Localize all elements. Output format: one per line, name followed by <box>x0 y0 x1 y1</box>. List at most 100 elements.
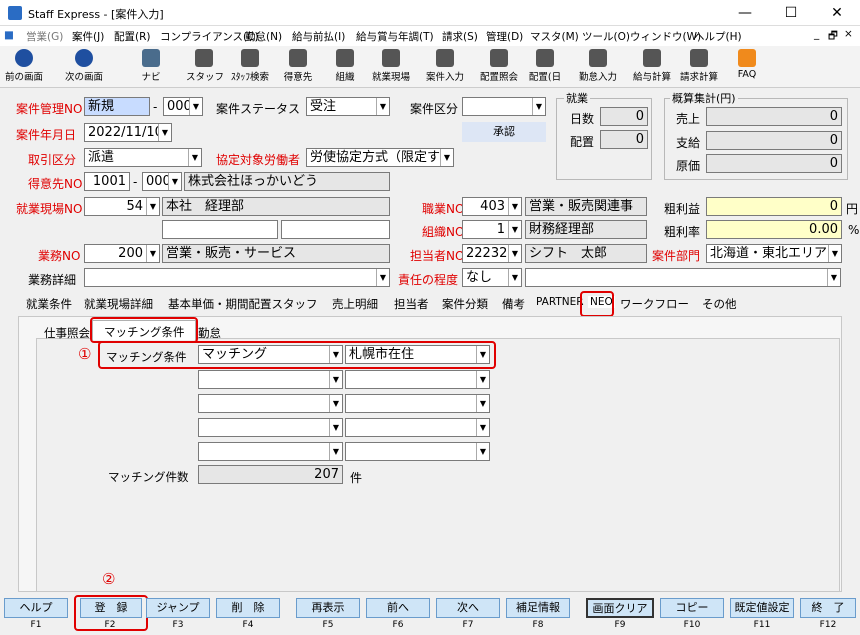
placement-day-button[interactable]: 配置(日 <box>526 48 564 86</box>
payroll-calc-button[interactable]: 給与計算 <box>632 48 672 86</box>
menu-item-placement[interactable]: 配置(R) <box>114 29 151 44</box>
tab-other[interactable]: その他 <box>702 296 737 312</box>
maximize-button[interactable]: ☐ <box>768 0 814 26</box>
f8-key-label: F8 <box>532 620 544 630</box>
menu-item-master[interactable]: マスタ(M) <box>530 29 579 44</box>
f8-supplement-button[interactable]: 補足情報 <box>506 598 570 618</box>
billing-icon <box>690 49 708 67</box>
f11-default-button[interactable]: 既定値設定 <box>730 598 794 618</box>
client-no-field[interactable]: 1001 <box>84 172 130 191</box>
org-no-field[interactable]: 1 ▼ <box>462 220 522 239</box>
matching-value-select-2[interactable]: ▼ <box>345 370 490 389</box>
placement-inquiry-button[interactable]: 配置照会 <box>478 48 520 86</box>
category-select[interactable]: ▼ <box>462 97 546 116</box>
subtab-attendance[interactable]: 勤怠 <box>198 325 221 341</box>
f7-next-button[interactable]: 次へ <box>436 598 500 618</box>
menu-item-advance[interactable]: 給与前払(I) <box>292 29 345 44</box>
mgmt-no-field[interactable]: 新規 <box>84 97 150 116</box>
child-close-button[interactable]: × <box>844 28 853 40</box>
trade-select[interactable]: 派遣 ▼ <box>84 148 202 167</box>
faq-icon <box>738 49 756 67</box>
attendance-entry-button[interactable]: 勤怠入力 <box>576 48 620 86</box>
menu-item-window[interactable]: ウィンドウ(W) <box>630 29 701 44</box>
matching-value-select-4[interactable]: ▼ <box>345 418 490 437</box>
tab-site-details[interactable]: 就業現場詳細 <box>84 296 153 312</box>
navi-button[interactable]: ナビ <box>134 48 168 86</box>
f9-clear-button[interactable]: 画面クリア <box>586 598 654 618</box>
client-button[interactable]: 得意先 <box>280 48 316 86</box>
billing-calc-button[interactable]: 請求計算 <box>678 48 720 86</box>
site-button[interactable]: 就業現場 <box>370 48 412 86</box>
responsibility-extra-select[interactable]: ▼ <box>525 268 841 287</box>
staff-search-button[interactable]: ｽﾀｯﾌ検索 <box>228 48 272 86</box>
chevron-down-icon: ▼ <box>376 269 389 286</box>
status-select[interactable]: 受注 ▼ <box>306 97 390 116</box>
child-minimize-button[interactable]: _ <box>814 28 819 40</box>
mgmt-sub-select[interactable]: 000 ▼ <box>163 97 203 116</box>
menu-item-billing[interactable]: 請求(S) <box>442 29 478 44</box>
minimize-button[interactable]: — <box>722 0 768 26</box>
dept-select[interactable]: 北海道・東北エリア ▼ <box>706 244 842 263</box>
forward-button[interactable]: 次の画面 <box>60 48 108 86</box>
back-button[interactable]: 前の画面 <box>2 48 46 86</box>
menu-item-tools[interactable]: ツール(O) <box>582 29 630 44</box>
f1-help-button[interactable]: ヘルプ <box>4 598 68 618</box>
tab-employment-conditions[interactable]: 就業条件 <box>26 296 72 312</box>
job-no-field[interactable]: 403 ▼ <box>462 197 522 216</box>
close-button[interactable]: ✕ <box>814 0 860 26</box>
tab-notes[interactable]: 備考 <box>502 296 525 312</box>
f2-register-button[interactable]: 登 録 <box>80 598 142 618</box>
date-label: 案件年月日 <box>16 128 77 142</box>
staff-button[interactable]: スタッフ <box>186 48 224 86</box>
case-entry-button[interactable]: 案件入力 <box>424 48 466 86</box>
menu-item-compliance[interactable]: コンプライアンス(C) <box>160 29 259 44</box>
menu-item-payroll[interactable]: 給与賞与年調(T) <box>356 29 434 44</box>
client-sub-select[interactable]: 000 ▼ <box>142 172 182 191</box>
matching-condition-select-2[interactable]: ▼ <box>198 370 343 389</box>
chevron-down-icon: ▼ <box>476 443 489 460</box>
menu-item-admin[interactable]: 管理(D) <box>486 29 523 44</box>
chevron-down-icon: ▼ <box>476 371 489 388</box>
detail-select[interactable]: ▼ <box>84 268 390 287</box>
tab-partner[interactable]: PARTNER <box>536 296 584 308</box>
f3-jump-button[interactable]: ジャンプ <box>146 598 210 618</box>
callout-two: ② <box>102 570 116 588</box>
f5-refresh-button[interactable]: 再表示 <box>296 598 360 618</box>
matching-value-select-1[interactable]: 札幌市在住 ▼ <box>345 345 490 364</box>
menu-item-case[interactable]: 案件(J) <box>72 29 104 44</box>
matching-value-select-5[interactable]: ▼ <box>345 442 490 461</box>
staff-no-field[interactable]: 222323 ▼ <box>462 244 522 263</box>
f12-exit-button[interactable]: 終 了 <box>800 598 856 618</box>
site-extra-field-2[interactable] <box>281 220 390 239</box>
site-no-field[interactable]: 54 ▼ <box>84 197 160 216</box>
work-no-field[interactable]: 200 ▼ <box>84 244 160 263</box>
matching-condition-select-3[interactable]: ▼ <box>198 394 343 413</box>
matching-condition-select-5[interactable]: ▼ <box>198 442 343 461</box>
f9-key-label: F9 <box>614 620 626 630</box>
child-restore-button[interactable]: 🗗 <box>828 28 838 46</box>
matching-value-select-3[interactable]: ▼ <box>345 394 490 413</box>
menu-item-sales[interactable]: 営業(G) <box>26 29 63 44</box>
subtab-job-inquiry[interactable]: 仕事照会 <box>44 325 90 341</box>
date-field[interactable]: 2022/11/10 ▼ <box>84 123 172 142</box>
tab-unit-price[interactable]: 基本単価・期間配置スタッフ <box>168 296 318 312</box>
matching-condition-select-1[interactable]: マッチング ▼ <box>198 345 343 364</box>
tab-sales-details[interactable]: 売上明細 <box>332 296 378 312</box>
site-extra-field-1[interactable] <box>162 220 278 239</box>
f10-copy-button[interactable]: コピー <box>660 598 724 618</box>
f4-delete-button[interactable]: 削 除 <box>216 598 280 618</box>
faq-button[interactable]: FAQ <box>732 48 762 86</box>
menu-item-help[interactable]: ヘルプ(H) <box>694 29 742 44</box>
tab-workflow[interactable]: ワークフロー <box>620 296 689 312</box>
responsibility-select[interactable]: なし ▼ <box>462 268 522 287</box>
f6-prev-button[interactable]: 前へ <box>366 598 430 618</box>
org-button[interactable]: 組織 <box>330 48 360 86</box>
mgmt-no-label: 案件管理NO <box>16 102 83 116</box>
site-no-label: 就業現場NO <box>16 202 83 216</box>
trade-label: 取引区分 <box>28 153 77 167</box>
matching-condition-select-4[interactable]: ▼ <box>198 418 343 437</box>
tab-case-class[interactable]: 案件分類 <box>442 296 488 312</box>
target-worker-select[interactable]: 労使協定方式（限定す ▼ <box>306 148 454 167</box>
tab-person-in-charge[interactable]: 担当者 <box>394 296 429 312</box>
menu-item-attendance[interactable]: 勤怠(N) <box>245 29 282 44</box>
